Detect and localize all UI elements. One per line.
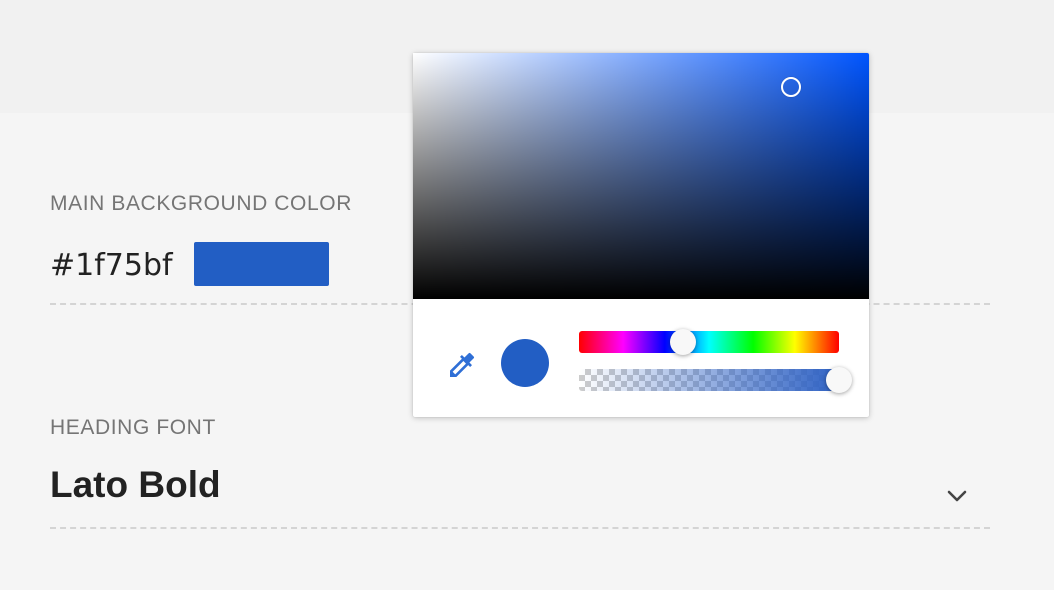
eyedropper-icon[interactable] [446, 349, 478, 381]
saturation-brightness-area[interactable] [413, 53, 869, 299]
heading-font-select[interactable]: Lato Bold [50, 464, 221, 506]
heading-font-label: HEADING FONT [50, 416, 216, 439]
dashed-divider [50, 527, 990, 529]
hue-slider-thumb[interactable] [670, 329, 696, 355]
alpha-slider[interactable] [579, 369, 839, 391]
hue-slider[interactable] [579, 329, 839, 355]
saturation-pointer[interactable] [781, 77, 802, 98]
color-preview [501, 339, 549, 387]
main-background-color-label: MAIN BACKGROUND COLOR [50, 192, 352, 215]
alpha-slider-thumb[interactable] [826, 367, 852, 393]
chevron-down-icon[interactable] [943, 482, 971, 510]
color-swatch-button[interactable] [194, 242, 329, 286]
hex-color-input[interactable]: #1f75bf [50, 246, 173, 286]
color-picker-popover [413, 53, 869, 417]
